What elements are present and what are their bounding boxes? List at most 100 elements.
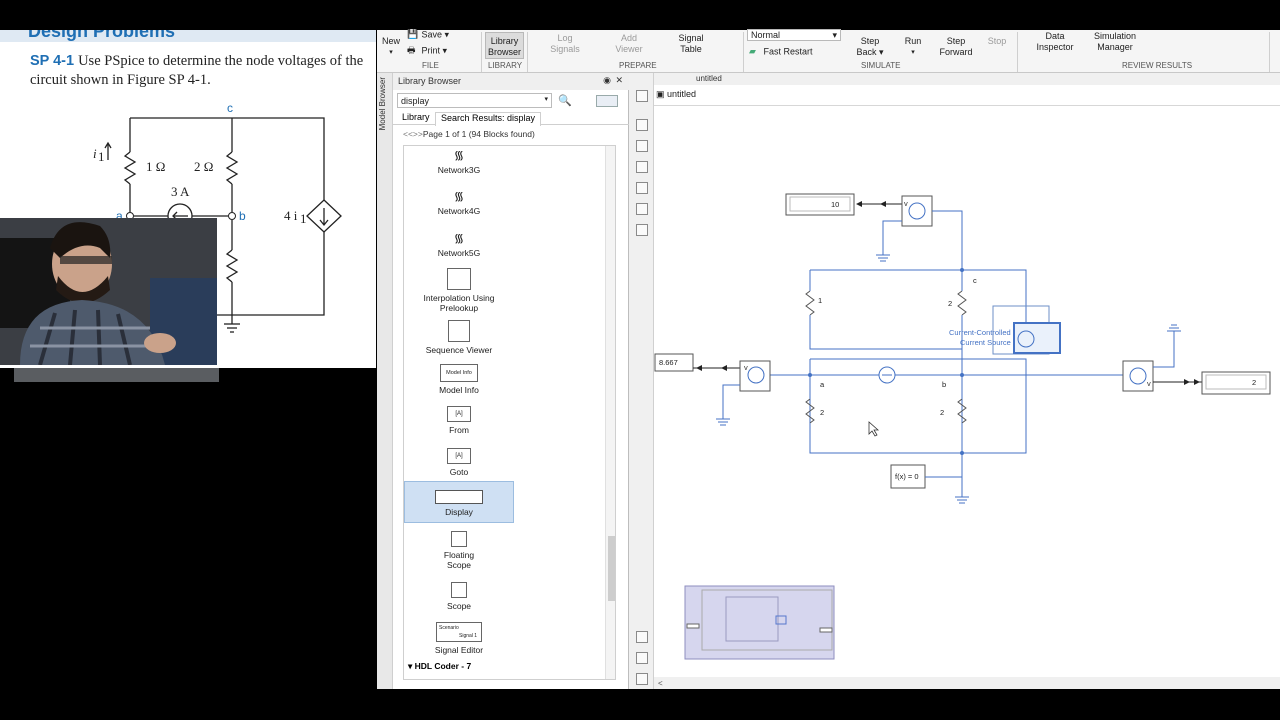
node-b-label: b — [239, 209, 246, 223]
print-icon: 🖶 — [407, 45, 416, 55]
save-icon: 💾 — [407, 29, 419, 39]
add-viewer-button[interactable]: Add Viewer — [611, 33, 647, 55]
model-browser-tab[interactable]: Model Browser — [377, 73, 393, 689]
display-icon — [435, 490, 483, 504]
svg-text:c: c — [973, 276, 977, 285]
stop-button[interactable]: Stop — [986, 36, 1008, 47]
dep-source-label: 4 i — [284, 208, 298, 223]
simulate-section-label: SIMULATE — [861, 61, 901, 70]
current-sub: 1 — [98, 149, 105, 164]
signal-editor-icon: Scenario Signal 1 — [436, 622, 482, 642]
fast-restart-button[interactable]: ▰ Fast Restart — [749, 46, 813, 58]
pager-arrows-icon[interactable]: <<>> — [403, 129, 423, 139]
scope-icon — [451, 531, 467, 547]
library-browser-title: Library Browser ◉ ✕ — [393, 73, 629, 90]
block-interpolation-prelookup[interactable]: Interpolation Using Prelookup — [404, 268, 514, 313]
simulation-mode-select[interactable]: Normal ▾ — [747, 29, 841, 41]
block-scope[interactable]: Scope — [404, 582, 514, 611]
wifi-icon: ᯾ — [453, 231, 465, 245]
svg-text:Current Source: Current Source — [960, 338, 1011, 347]
list-scrollbar[interactable] — [605, 146, 615, 679]
svg-text:1: 1 — [818, 296, 822, 305]
group-hdl-coder[interactable]: ▾ HDL Coder - 7 — [408, 661, 471, 672]
ribbon-separator — [743, 32, 744, 72]
run-button[interactable]: Run ▾ — [901, 36, 925, 58]
svg-text:a: a — [820, 380, 825, 389]
library-search-input[interactable]: display ▾ — [397, 93, 552, 108]
ribbon-separator — [1017, 32, 1018, 72]
ribbon-separator — [527, 32, 528, 72]
tab-library[interactable]: Library — [397, 112, 435, 122]
svg-text:2: 2 — [940, 408, 944, 417]
block-results-list: ᯾ Network3G ᯾ Network4G ᯾ Network5G Inte… — [403, 145, 616, 680]
step-forward-button[interactable]: Step Forward — [938, 36, 974, 58]
block-display[interactable]: Display — [404, 481, 514, 523]
print-button[interactable]: 🖶 Print ▾ — [407, 45, 447, 57]
from-icon: [A] — [447, 406, 471, 422]
goto-icon: [A] — [447, 448, 471, 464]
search-icon[interactable]: 🔍 — [558, 94, 572, 107]
block-goto[interactable]: [A] Goto — [404, 448, 514, 477]
block-network3g[interactable]: ᯾ Network3G — [404, 148, 514, 175]
scope-icon — [451, 582, 467, 598]
svg-text:v: v — [1147, 379, 1151, 388]
block-signal-editor[interactable]: Scenario Signal 1 Signal Editor — [404, 622, 514, 655]
block-from[interactable]: [A] From — [404, 406, 514, 435]
block-network5g[interactable]: ᯾ Network5G — [404, 231, 514, 258]
library-section-label: LIBRARY — [488, 61, 523, 70]
library-browser-button[interactable]: Library Browser — [485, 32, 524, 59]
block-sequence-viewer[interactable]: Sequence Viewer — [404, 320, 514, 355]
svg-text:8.667: 8.667 — [659, 358, 678, 367]
view-toggle-icon[interactable] — [596, 95, 618, 107]
library-browser-panel: Library Browser ◉ ✕ display ▾ 🔍 Library … — [393, 73, 629, 689]
file-section-label: FILE — [422, 61, 439, 70]
library-tabs: Library Search Results: display — [393, 111, 629, 126]
ribbon-separator — [1269, 32, 1270, 72]
r2-label: 2 Ω — [194, 159, 213, 174]
wifi-icon: ᯾ — [453, 189, 465, 203]
svg-text:2: 2 — [948, 299, 952, 308]
scroll-left-icon[interactable]: < — [658, 679, 663, 688]
data-inspector-button[interactable]: Data Inspector — [1033, 31, 1077, 53]
simscape-diagram: 10 v 1 2 c Current-Controlled Current So… — [654, 193, 1280, 689]
mouse-cursor — [868, 421, 880, 437]
model-info-icon: Model Info — [440, 364, 478, 382]
block-model-info[interactable]: Model Info Model Info — [404, 364, 514, 395]
scrollbar-thumb[interactable] — [608, 536, 615, 601]
svg-text:b: b — [942, 380, 946, 389]
interpolation-icon — [447, 268, 471, 290]
toolstrip: New ▾ 💾 Save ▾ 🖶 Print ▾ FILE Library Bro… — [377, 29, 1280, 73]
video-progress-bar — [14, 368, 219, 382]
block-floating-scope[interactable]: Floating Scope — [404, 531, 514, 570]
close-icon[interactable]: ✕ — [615, 75, 623, 86]
fast-restart-icon: ▰ — [749, 46, 756, 56]
dep-source-sub: 1 — [300, 211, 307, 226]
tab-search-results[interactable]: Search Results: display — [435, 112, 542, 126]
save-button[interactable]: 💾 Save ▾ — [407, 29, 449, 41]
node-c-label: c — [227, 101, 233, 115]
settings-icon[interactable]: ◉ — [603, 75, 611, 86]
svg-text:v: v — [904, 199, 908, 208]
svg-text:f(x) = 0: f(x) = 0 — [895, 472, 919, 481]
log-signals-button[interactable]: Log Signals — [547, 33, 583, 55]
current-controlled-source-block[interactable] — [1013, 322, 1061, 354]
wifi-icon: ᯾ — [453, 148, 465, 162]
step-back-button[interactable]: Step Back ▾ — [855, 36, 885, 58]
review-section-label: REVIEW RESULTS — [1122, 61, 1193, 70]
block-network4g[interactable]: ᯾ Network4G — [404, 189, 514, 216]
svg-text:2: 2 — [820, 408, 824, 417]
signal-table-button[interactable]: Signal Table — [673, 33, 709, 55]
sequence-viewer-icon — [448, 320, 470, 342]
collapse-icon: ▾ — [408, 661, 413, 671]
webcam-video — [0, 218, 217, 365]
horizontal-scrollbar[interactable] — [654, 677, 1280, 689]
page-info: <<>>Page 1 of 1 (94 Blocks found) — [403, 129, 535, 139]
new-button[interactable]: New ▾ — [382, 36, 400, 58]
chevron-down-icon[interactable]: ▾ — [544, 95, 548, 103]
svg-text:Current-Controlled: Current-Controlled — [949, 328, 1011, 337]
simulation-manager-button[interactable]: Simulation Manager — [1089, 31, 1141, 53]
svg-text:2: 2 — [1252, 378, 1256, 387]
r1-label: 1 Ω — [146, 159, 165, 174]
presenter-image — [0, 218, 217, 365]
current-label: i — [93, 146, 97, 161]
